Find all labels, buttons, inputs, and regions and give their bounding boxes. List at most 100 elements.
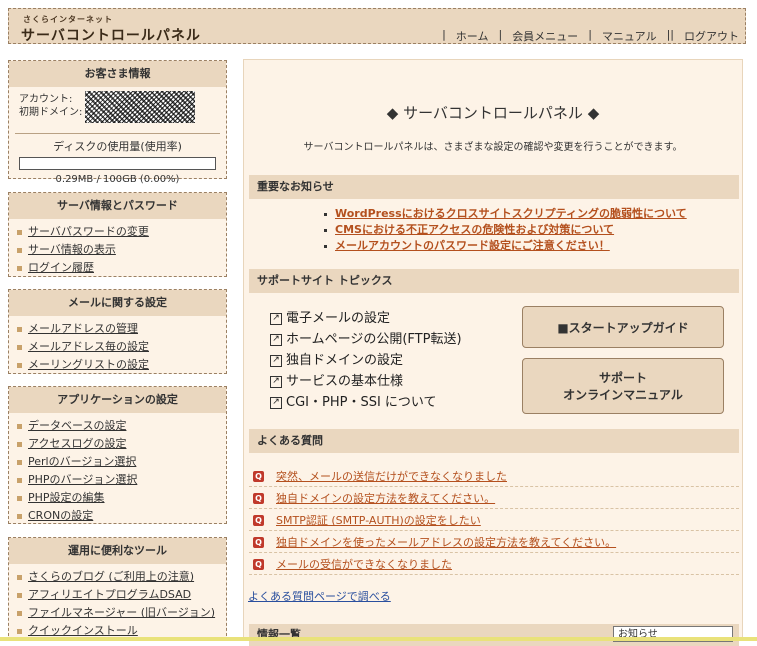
masked-account-image: [85, 91, 195, 123]
faq-row: Q 突然、メールの送信だけができなくなりました: [249, 466, 739, 487]
list-item: メーリングリストの設定: [17, 356, 226, 374]
question-icon: Q: [253, 514, 264, 526]
blog-link[interactable]: さくらのブログ (ご利用上の注意): [28, 568, 194, 586]
disk-usage-bar: [19, 157, 216, 170]
question-icon: Q: [253, 492, 264, 504]
faq-row: Q 独自ドメインの設定方法を教えてください。: [249, 488, 739, 509]
bullet-icon: [324, 212, 327, 216]
list-item: PHP設定の編集: [17, 489, 226, 507]
online-manual-button[interactable]: サポート オンラインマニュアル: [522, 358, 724, 414]
faq-row: Q SMTP認証 (SMTP-AUTH)の設定をしたい: [249, 510, 739, 531]
notice-link[interactable]: WordPressにおけるクロスサイトスクリプティングの脆弱性について: [335, 206, 687, 222]
support-topics: ↗ 電子メールの設定 ↗ ホームページの公開(FTP転送) ↗ 独自ドメインの設定 ↗…: [270, 308, 462, 413]
list-item: メールアカウントのパスワード設定にご注意ください！: [324, 238, 687, 254]
info-section-title: 情報一覧 お知らせ: [249, 624, 739, 646]
faq-more-link[interactable]: よくある質問ページで調べる: [248, 590, 391, 603]
faq-link[interactable]: メールの受信ができなくなりました: [276, 556, 452, 572]
bullet-icon: [17, 441, 22, 447]
nav-manual[interactable]: マニュアル: [602, 28, 657, 44]
list-item: CRONの設定: [17, 507, 226, 525]
account-block: アカウント: 初期ドメイン:: [9, 87, 226, 131]
list-item: さくらのブログ (ご利用上の注意): [17, 568, 226, 586]
bullet-icon: [17, 592, 22, 598]
cron-link[interactable]: CRONの設定: [28, 507, 93, 525]
file-manager-link[interactable]: ファイルマネージャー (旧バージョン): [28, 604, 215, 622]
bullet-icon: [17, 247, 22, 253]
bullet-icon: [17, 574, 22, 580]
list-item[interactable]: ↗ 電子メールの設定: [270, 308, 462, 329]
php-settings-link[interactable]: PHP設定の編集: [28, 489, 105, 507]
php-version-link[interactable]: PHPのバージョン選択: [28, 471, 137, 489]
bullet-icon: [17, 362, 22, 368]
nav-separator: |: [498, 28, 503, 41]
list-item: サーバ情報の表示: [17, 241, 226, 259]
server-info-title: サーバ情報とパスワード: [9, 193, 226, 219]
notice-link[interactable]: CMSにおける不正アクセスの危険性および対策について: [335, 222, 614, 238]
external-link-icon: ↗: [270, 354, 282, 367]
nav-logout[interactable]: ログアウト: [684, 28, 739, 44]
server-password-link[interactable]: サーバパスワードの変更: [28, 223, 149, 241]
notice-link[interactable]: メールアカウントのパスワード設定にご注意ください！: [335, 238, 610, 254]
server-info-link[interactable]: サーバ情報の表示: [28, 241, 116, 259]
online-manual-line1: サポート: [598, 371, 647, 385]
bullet-icon: [17, 344, 22, 350]
bullet-icon: [17, 495, 22, 501]
login-history-link[interactable]: ログイン履歴: [28, 259, 94, 277]
topic-link[interactable]: 独自ドメインの設定: [286, 350, 403, 371]
mailing-list-link[interactable]: メーリングリストの設定: [28, 356, 149, 374]
topic-link[interactable]: CGI・PHP・SSI について: [286, 392, 437, 413]
faq-link[interactable]: 独自ドメインを使ったメールアドレスの設定方法を教えてください。: [276, 534, 616, 550]
list-item: Perlのバージョン選択: [17, 453, 226, 471]
status-strip: [0, 637, 757, 641]
bullet-icon: [17, 326, 22, 332]
nav-member-menu[interactable]: 会員メニュー: [512, 28, 578, 44]
bullet-icon: [17, 610, 22, 616]
external-link-icon: ↗: [270, 312, 282, 325]
list-item[interactable]: ↗ CGI・PHP・SSI について: [270, 392, 462, 413]
faq-link[interactable]: 突然、メールの送信だけができなくなりました: [276, 468, 507, 484]
perl-version-link[interactable]: Perlのバージョン選択: [28, 453, 136, 471]
list-item[interactable]: ↗ サービスの基本仕様: [270, 371, 462, 392]
disk-usage-title: ディスクの使用量(使用率): [53, 140, 182, 153]
logo-main[interactable]: サーバコントロールパネル: [21, 25, 201, 45]
nav-separator: |: [442, 28, 446, 41]
faq-row: Q メールの受信ができなくなりました: [249, 554, 739, 575]
list-item: サーバパスワードの変更: [17, 223, 226, 241]
question-icon: Q: [253, 558, 264, 570]
header: さくらインターネット サーバコントロールパネル | ホーム | 会員メニュー | マニ…: [8, 8, 746, 44]
bullet-icon: [17, 513, 22, 519]
list-item: メールアドレス毎の設定: [17, 338, 226, 356]
list-item: データベースの設定: [17, 417, 226, 435]
tools-box: 運用に便利なツール さくらのブログ (ご利用上の注意) アフィリエイトプログラム…: [8, 537, 227, 641]
mail-settings-box: メールに関する設定 メールアドレスの管理 メールアドレス毎の設定 メーリングリス…: [8, 289, 227, 374]
list-item: CMSにおける不正アクセスの危険性および対策について: [324, 222, 687, 238]
nav-separator: |: [588, 28, 592, 41]
topic-link[interactable]: ホームページの公開(FTP転送): [286, 329, 462, 350]
top-nav: | ホーム | 会員メニュー | マニュアル || ログアウト: [442, 28, 739, 44]
bullet-icon: [17, 229, 22, 235]
faq-row: Q 独自ドメインを使ったメールアドレスの設定方法を教えてください。: [249, 532, 739, 553]
divider: [15, 133, 220, 134]
list-item: メールアドレスの管理: [17, 320, 226, 338]
customer-info-title: お客さま情報: [9, 61, 226, 87]
online-manual-line2: オンラインマニュアル: [563, 388, 683, 402]
affiliate-link[interactable]: アフィリエイトプログラムDSAD: [28, 586, 191, 604]
question-icon: Q: [253, 470, 264, 482]
faq-link[interactable]: SMTP認証 (SMTP-AUTH)の設定をしたい: [276, 512, 481, 528]
list-item[interactable]: ↗ ホームページの公開(FTP転送): [270, 329, 462, 350]
topic-link[interactable]: 電子メールの設定: [286, 308, 390, 329]
page-title: ◆ サーバコントロールパネル ◆: [386, 104, 600, 122]
access-log-link[interactable]: アクセスログの設定: [28, 435, 126, 453]
mail-per-address-link[interactable]: メールアドレス毎の設定: [28, 338, 149, 356]
mail-address-link[interactable]: メールアドレスの管理: [28, 320, 138, 338]
database-link[interactable]: データベースの設定: [28, 417, 126, 435]
bullet-icon: [17, 423, 22, 429]
bullet-icon: [324, 244, 327, 248]
nav-home[interactable]: ホーム: [456, 28, 489, 44]
list-item[interactable]: ↗ 独自ドメインの設定: [270, 350, 462, 371]
topic-link[interactable]: サービスの基本仕様: [286, 371, 403, 392]
startup-guide-button[interactable]: ■スタートアップガイド: [522, 306, 724, 348]
faq-link[interactable]: 独自ドメインの設定方法を教えてください。: [276, 490, 495, 506]
bullet-icon: [17, 265, 22, 271]
mail-settings-title: メールに関する設定: [9, 290, 226, 316]
